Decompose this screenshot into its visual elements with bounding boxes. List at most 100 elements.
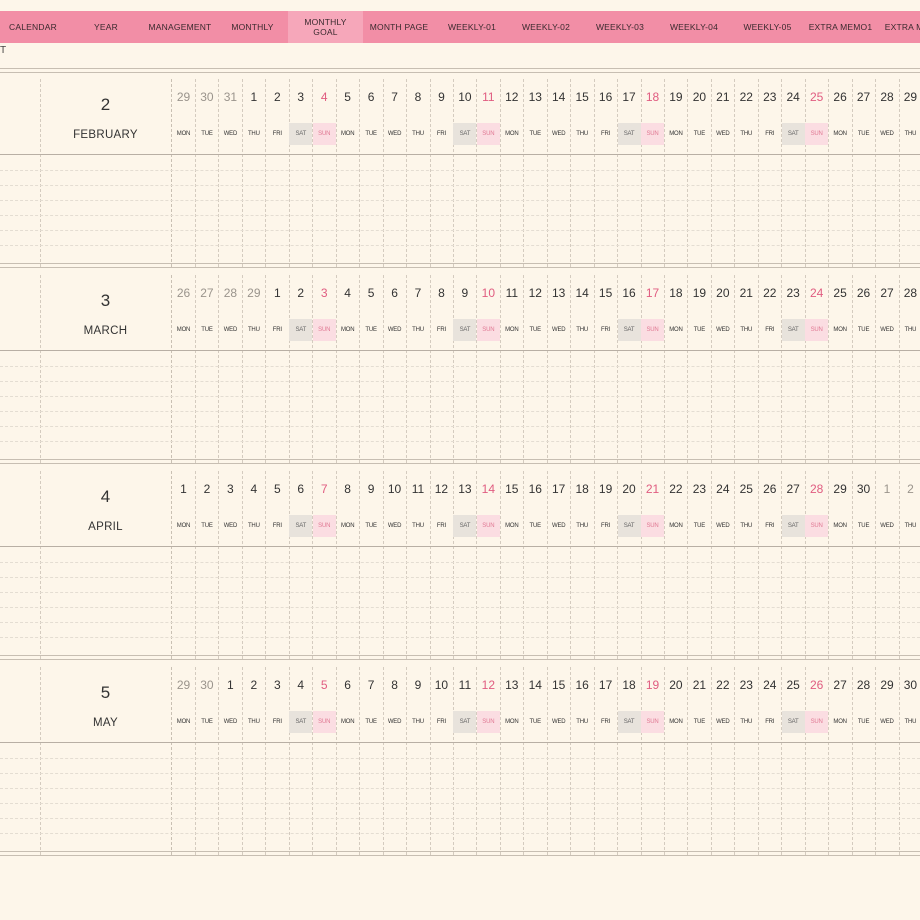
day-number[interactable]: 14: [477, 482, 500, 496]
day-number[interactable]: 24: [805, 286, 828, 300]
tab-calendar[interactable]: CALENDAR: [0, 11, 66, 43]
day-number[interactable]: 1: [172, 482, 195, 496]
day-number[interactable]: 13: [453, 482, 476, 496]
day-number[interactable]: 19: [641, 678, 664, 692]
day-number[interactable]: 15: [500, 482, 523, 496]
day-number[interactable]: 3: [289, 90, 312, 104]
day-number[interactable]: 17: [641, 286, 664, 300]
day-number[interactable]: 22: [758, 286, 781, 300]
day-number[interactable]: 6: [383, 286, 406, 300]
day-number[interactable]: 28: [899, 286, 920, 300]
day-number[interactable]: 2: [899, 482, 920, 496]
day-number[interactable]: 19: [664, 90, 687, 104]
day-number[interactable]: 18: [618, 678, 641, 692]
tab-weekly-02[interactable]: WEEKLY-02: [509, 11, 583, 43]
day-number[interactable]: 3: [219, 482, 242, 496]
day-number[interactable]: 12: [500, 90, 523, 104]
day-number[interactable]: 20: [664, 678, 687, 692]
day-number[interactable]: 26: [829, 90, 852, 104]
day-number[interactable]: 4: [313, 90, 336, 104]
day-number[interactable]: 27: [852, 90, 875, 104]
day-number[interactable]: 1: [266, 286, 289, 300]
day-number[interactable]: 13: [500, 678, 523, 692]
day-number[interactable]: 7: [360, 678, 383, 692]
day-number[interactable]: 29: [899, 90, 920, 104]
day-number[interactable]: 5: [266, 482, 289, 496]
day-number[interactable]: 7: [313, 482, 336, 496]
day-number[interactable]: 2: [289, 286, 312, 300]
day-number[interactable]: 29: [876, 678, 899, 692]
day-number[interactable]: 25: [782, 678, 805, 692]
day-number[interactable]: 16: [618, 286, 641, 300]
day-number[interactable]: 12: [524, 286, 547, 300]
day-number[interactable]: 21: [711, 90, 734, 104]
day-number[interactable]: 7: [407, 286, 430, 300]
day-number[interactable]: 10: [453, 90, 476, 104]
day-number[interactable]: 26: [172, 286, 195, 300]
day-number[interactable]: 17: [547, 482, 570, 496]
day-number[interactable]: 2: [266, 90, 289, 104]
day-number[interactable]: 21: [641, 482, 664, 496]
day-number[interactable]: 26: [852, 286, 875, 300]
day-number[interactable]: 21: [735, 286, 758, 300]
day-number[interactable]: 17: [594, 678, 617, 692]
day-number[interactable]: 29: [172, 90, 195, 104]
day-number[interactable]: 11: [453, 678, 476, 692]
day-number[interactable]: 20: [688, 90, 711, 104]
day-number[interactable]: 13: [547, 286, 570, 300]
day-number[interactable]: 23: [735, 678, 758, 692]
day-number[interactable]: 26: [805, 678, 828, 692]
day-number[interactable]: 3: [266, 678, 289, 692]
tab-year[interactable]: YEAR: [66, 11, 146, 43]
day-number[interactable]: 22: [711, 678, 734, 692]
day-number[interactable]: 16: [594, 90, 617, 104]
day-number[interactable]: 11: [500, 286, 523, 300]
day-number[interactable]: 6: [360, 90, 383, 104]
day-number[interactable]: 18: [571, 482, 594, 496]
day-number[interactable]: 18: [664, 286, 687, 300]
day-number[interactable]: 19: [594, 482, 617, 496]
tab-monthly[interactable]: MONTHLY: [220, 11, 285, 43]
day-number[interactable]: 30: [195, 678, 218, 692]
day-number[interactable]: 25: [735, 482, 758, 496]
day-number[interactable]: 11: [477, 90, 500, 104]
day-number[interactable]: 1: [242, 90, 265, 104]
tab-weekly-01[interactable]: WEEKLY-01: [435, 11, 509, 43]
tab-extra-memo1[interactable]: EXTRA MEMO1: [804, 11, 877, 43]
day-number[interactable]: 30: [852, 482, 875, 496]
day-number[interactable]: 27: [829, 678, 852, 692]
day-number[interactable]: 15: [571, 90, 594, 104]
day-number[interactable]: 5: [360, 286, 383, 300]
tab-weekly-04[interactable]: WEEKLY-04: [657, 11, 731, 43]
day-number[interactable]: 6: [336, 678, 359, 692]
day-number[interactable]: 28: [805, 482, 828, 496]
day-number[interactable]: 1: [219, 678, 242, 692]
tab-weekly-03[interactable]: WEEKLY-03: [583, 11, 657, 43]
day-number[interactable]: 4: [336, 286, 359, 300]
tab-monthly-goal[interactable]: MONTHLY GOAL: [288, 11, 363, 43]
day-number[interactable]: 14: [571, 286, 594, 300]
day-number[interactable]: 26: [758, 482, 781, 496]
day-number[interactable]: 15: [547, 678, 570, 692]
day-number[interactable]: 29: [829, 482, 852, 496]
day-number[interactable]: 23: [688, 482, 711, 496]
day-number[interactable]: 21: [688, 678, 711, 692]
day-number[interactable]: 27: [782, 482, 805, 496]
day-number[interactable]: 22: [664, 482, 687, 496]
day-number[interactable]: 10: [477, 286, 500, 300]
day-number[interactable]: 9: [430, 90, 453, 104]
day-number[interactable]: 1: [876, 482, 899, 496]
day-number[interactable]: 16: [524, 482, 547, 496]
day-number[interactable]: 28: [852, 678, 875, 692]
day-number[interactable]: 9: [407, 678, 430, 692]
day-number[interactable]: 17: [618, 90, 641, 104]
day-number[interactable]: 19: [688, 286, 711, 300]
day-number[interactable]: 5: [336, 90, 359, 104]
day-number[interactable]: 4: [242, 482, 265, 496]
day-number[interactable]: 25: [805, 90, 828, 104]
day-number[interactable]: 27: [876, 286, 899, 300]
day-number[interactable]: 28: [219, 286, 242, 300]
day-number[interactable]: 9: [453, 286, 476, 300]
day-number[interactable]: 24: [711, 482, 734, 496]
day-number[interactable]: 12: [430, 482, 453, 496]
